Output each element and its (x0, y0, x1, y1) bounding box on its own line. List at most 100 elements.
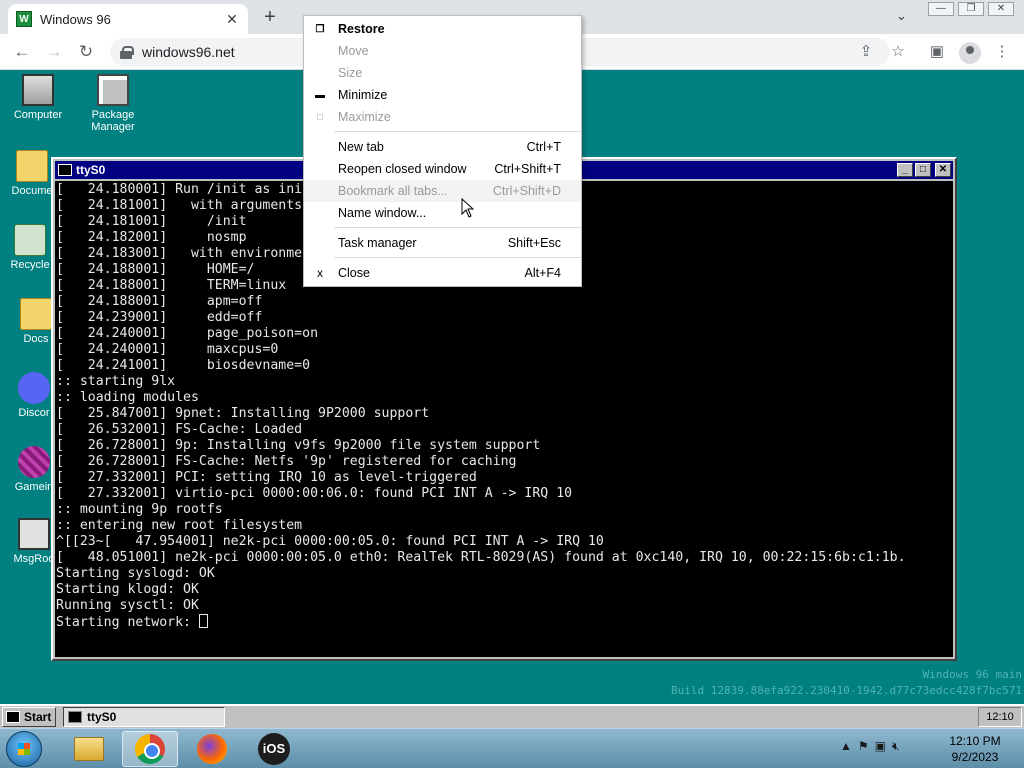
share-icon[interactable]: ⇪ (856, 42, 876, 62)
profile-avatar-icon[interactable] (959, 42, 981, 64)
menu-item-move: Move (304, 40, 581, 62)
bookmark-star-icon[interactable]: ☆ (888, 42, 908, 62)
minimize-window-button[interactable]: — (928, 2, 954, 16)
folder-icon (16, 150, 48, 182)
menu-item-label: Move (338, 44, 369, 58)
folder-icon (20, 298, 52, 330)
taskbar-app-ios[interactable]: iOS (246, 731, 302, 767)
lock-icon[interactable] (120, 46, 134, 59)
windows-start-orb-icon[interactable] (6, 731, 42, 767)
menu-item-name-window[interactable]: Name window... (304, 202, 581, 224)
w96-start-button[interactable]: Start (2, 707, 56, 727)
menu-item-label: Task manager (338, 236, 417, 250)
kebab-menu-icon[interactable]: ⋮ (992, 42, 1012, 62)
terminal-close-button[interactable]: ✕ (935, 163, 951, 177)
menu-item-shortcut: Alt+F4 (524, 266, 561, 280)
menu-item-label: Reopen closed window (338, 162, 467, 176)
tab-close-icon[interactable]: ✕ (224, 11, 240, 27)
menu-item-task-manager[interactable]: Task manager Shift+Esc (304, 232, 581, 254)
terminal-icon (68, 711, 82, 723)
close-window-button[interactable]: ✕ (988, 2, 1014, 16)
taskbar-app-explorer[interactable] (61, 731, 117, 767)
menu-item-close[interactable]: x Close Alt+F4 (304, 262, 581, 284)
build-watermark-title: Windows 96 main (922, 668, 1022, 681)
w96-clock[interactable]: 12:10 (978, 707, 1022, 727)
minimize-icon: ▬ (315, 89, 325, 101)
recycle-bin-icon (14, 224, 46, 256)
terminal-line: [ 27.332001] virtio-pci 0000:00:06.0: fo… (56, 486, 573, 501)
discord-icon (18, 372, 50, 404)
back-arrow-icon[interactable]: ← (10, 40, 34, 64)
menu-item-label: Bookmark all tabs... (338, 184, 448, 198)
file-explorer-icon (74, 737, 104, 761)
terminal-line: ^[[23~[ 47.954001] ne2k-pci 0000:00:05.0… (56, 534, 604, 549)
ios-app-icon: iOS (258, 733, 290, 765)
computer-icon (22, 74, 54, 106)
terminal-prompt-line[interactable]: Starting network: (56, 614, 953, 630)
new-tab-button[interactable]: + (258, 6, 282, 30)
menu-item-label: Close (338, 266, 370, 280)
menu-item-label: Minimize (338, 88, 388, 102)
menu-item-restore[interactable]: ❐ Restore (304, 18, 581, 40)
taskbar-app-firefox[interactable] (184, 731, 240, 767)
terminal-line: [ 26.728001] 9p: Installing v9fs 9p2000 … (56, 438, 541, 453)
terminal-line: [ 25.847001] 9pnet: Installing 9P2000 su… (56, 406, 430, 421)
action-center-flag-icon[interactable]: ⚑ (858, 739, 869, 754)
forward-arrow-icon[interactable]: → (42, 40, 66, 64)
window-context-menu: ❐ Restore Move Size ▬ Minimize □ Maximiz… (303, 15, 582, 287)
side-panel-icon[interactable]: ▣ (927, 42, 947, 62)
menu-item-bookmark-all-tabs: Bookmark all tabs... Ctrl+Shift+D (304, 180, 581, 202)
menu-separator (334, 131, 581, 132)
clock-time: 12:10 PM (949, 734, 1001, 748)
desktop-icon-computer[interactable]: Computer (0, 74, 76, 121)
browser-tab[interactable]: W Windows 96 ✕ (8, 4, 248, 34)
w96-taskbar: Start ttyS0 12:10 (0, 704, 1024, 728)
host-taskbar: iOS ▲ ⚑ ▣ 🔇︎ 12:10 PM 9/2/2023 (0, 728, 1024, 768)
chat-icon (18, 518, 50, 550)
taskbar-app-chrome[interactable] (122, 731, 178, 767)
menu-separator (334, 227, 581, 228)
menu-item-shortcut: Ctrl+Shift+D (492, 184, 561, 198)
system-clock[interactable]: 12:10 PM 9/2/2023 (940, 733, 1010, 765)
terminal-cursor (198, 614, 208, 628)
menu-item-reopen-closed-window[interactable]: Reopen closed window Ctrl+Shift+T (304, 158, 581, 180)
menu-item-shortcut: Ctrl+T (526, 140, 561, 154)
terminal-icon (58, 164, 72, 176)
menu-item-shortcut: Shift+Esc (507, 236, 561, 250)
network-icon[interactable]: ▣ (875, 739, 886, 754)
chevron-down-icon[interactable]: ⌄ (896, 8, 914, 26)
terminal-minimize-button[interactable]: _ (897, 163, 913, 177)
menu-item-minimize[interactable]: ▬ Minimize (304, 84, 581, 106)
terminal-line: [ 24.188001] apm=off (56, 294, 263, 309)
terminal-line: Starting klogd: OK (56, 582, 199, 597)
show-hidden-icons-icon[interactable]: ▲ (840, 739, 852, 754)
terminal-line: Starting network: (56, 615, 199, 630)
menu-item-size: Size (304, 62, 581, 84)
desktop-icon-label: Computer (13, 109, 63, 121)
menu-item-maximize: □ Maximize (304, 106, 581, 128)
terminal-line: :: mounting 9p rootfs (56, 502, 223, 517)
restore-window-button[interactable]: ❐ (958, 2, 984, 16)
terminal-line: Running sysctl: OK (56, 598, 199, 613)
start-label: Start (24, 710, 52, 724)
terminal-line: [ 24.240001] maxcpus=0 (56, 342, 279, 357)
menu-item-shortcut: Ctrl+Shift+T (494, 162, 561, 176)
volume-muted-icon[interactable]: 🔇︎ (892, 739, 900, 754)
gaming-icon (18, 446, 50, 478)
menu-item-new-tab[interactable]: New tab Ctrl+T (304, 136, 581, 158)
desktop-icon-package-manager[interactable]: Package Manager (75, 74, 151, 133)
w96-logo-icon (6, 711, 20, 723)
chrome-icon (135, 734, 165, 764)
terminal-line: Starting syslogd: OK (56, 566, 215, 581)
taskbar-item-ttys0[interactable]: ttyS0 (63, 707, 225, 727)
package-icon (97, 74, 129, 106)
terminal-maximize-button[interactable]: □ (915, 163, 931, 177)
taskbar-item-label: ttyS0 (87, 710, 117, 724)
terminal-line: [ 24.239001] edd=off (56, 310, 263, 325)
window-controls: — ❐ ✕ (928, 2, 1014, 16)
clock-date: 9/2/2023 (951, 750, 999, 764)
terminal-line: [ 26.728001] FS-Cache: Netfs '9p' regist… (56, 454, 517, 469)
windows96-favicon-icon: W (16, 11, 32, 27)
reload-icon[interactable]: ↻ (74, 40, 98, 64)
menu-separator (334, 257, 581, 258)
